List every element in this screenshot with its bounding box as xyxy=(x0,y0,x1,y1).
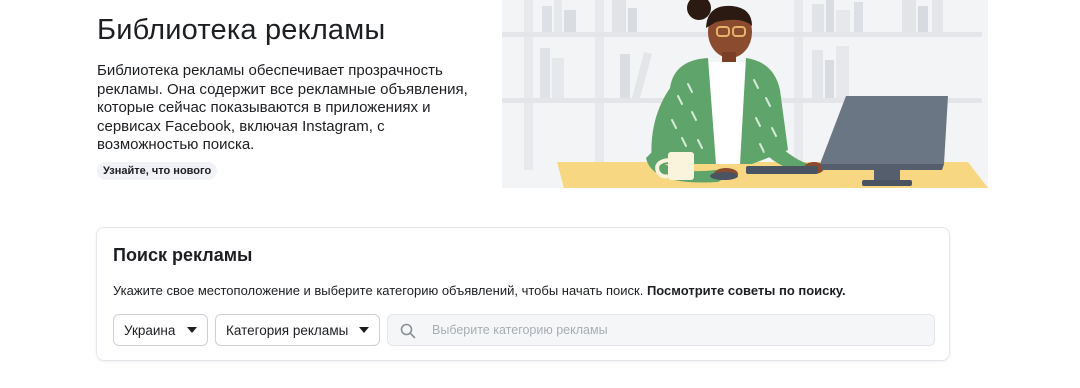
page-title: Библиотека рекламы xyxy=(97,14,386,46)
search-hint: Укажите свое местоположение и выберите к… xyxy=(113,283,846,298)
page-description: Библиотека рекламы обеспечивает прозрачн… xyxy=(97,62,468,153)
search-hint-text: Укажите свое местоположение и выберите к… xyxy=(113,283,644,298)
ad-search-card: Поиск рекламы Укажите свое местоположени… xyxy=(96,227,950,361)
search-box[interactable] xyxy=(387,314,935,346)
keyboard xyxy=(746,166,818,174)
caret-down-icon xyxy=(187,327,197,333)
search-card-title: Поиск рекламы xyxy=(113,245,253,265)
ad-category-dropdown[interactable]: Категория рекламы xyxy=(215,314,380,346)
hero-illustration xyxy=(502,0,988,188)
whats-new-badge[interactable]: Узнайте, что нового xyxy=(97,162,218,180)
country-dropdown-value: Украина xyxy=(124,322,176,338)
caret-down-icon xyxy=(359,327,369,333)
search-tips-link[interactable]: Посмотрите советы по поиску. xyxy=(647,283,846,298)
mouse xyxy=(710,172,738,180)
country-dropdown[interactable]: Украина xyxy=(113,314,208,346)
search-icon xyxy=(400,323,416,339)
ad-category-dropdown-value: Категория рекламы xyxy=(226,322,349,338)
search-input[interactable] xyxy=(432,315,922,345)
